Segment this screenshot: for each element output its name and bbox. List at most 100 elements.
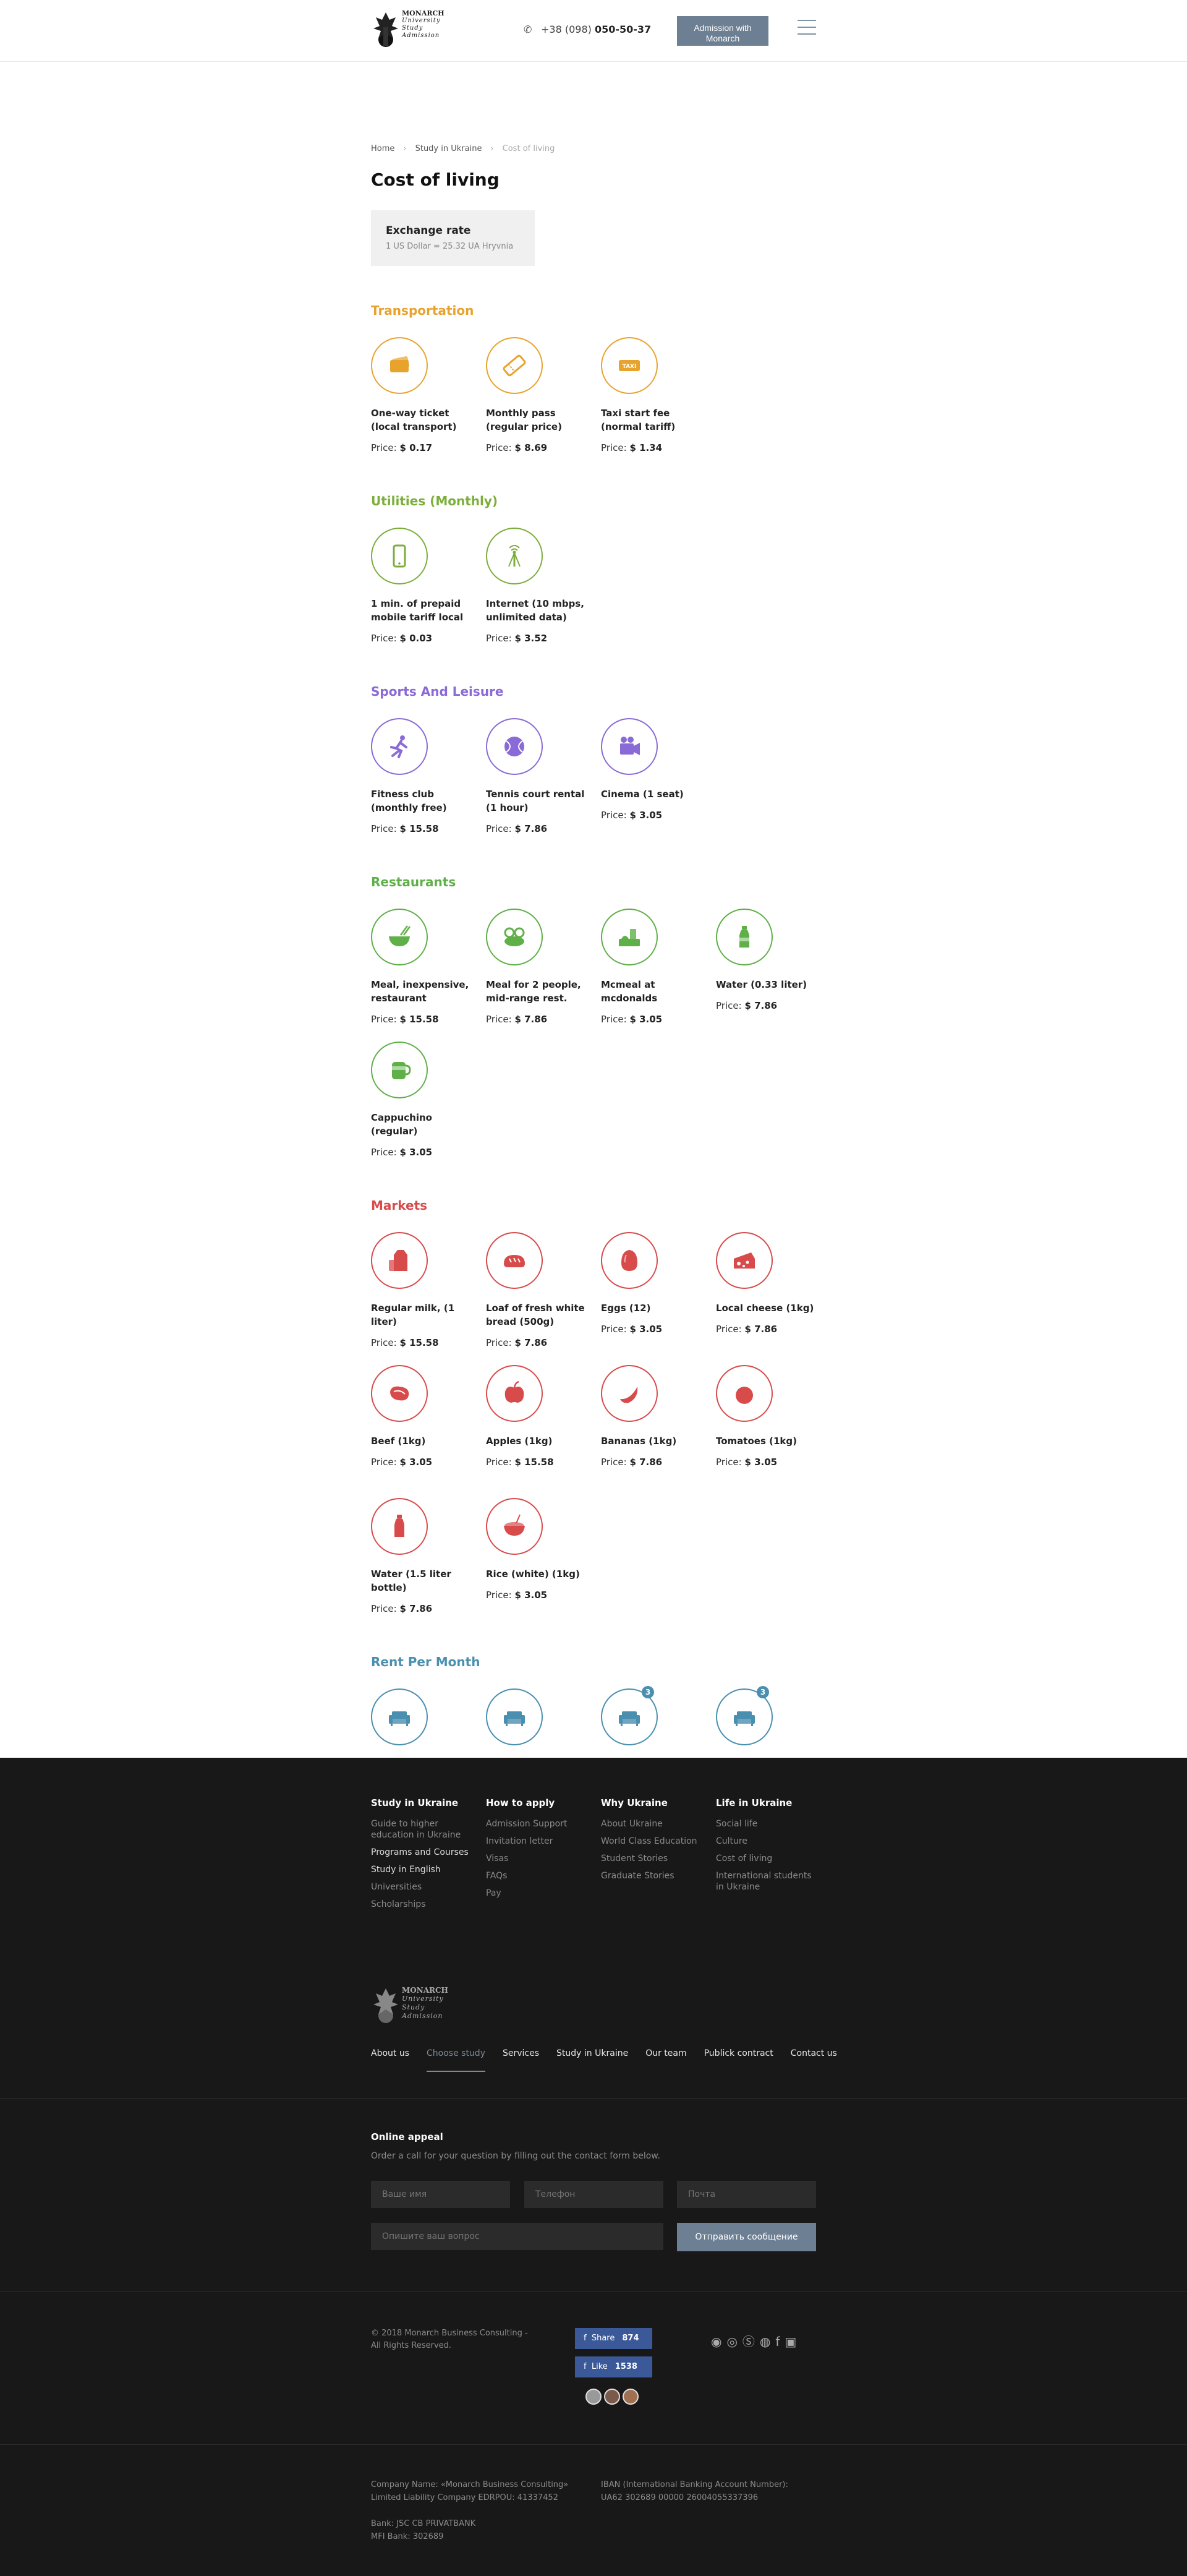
header-phone[interactable]: ✆ +38 (098) 050-50-37 (524, 24, 651, 35)
item-price: Price: $ 0.03 (371, 633, 476, 644)
item-price: Price: $ 3.05 (601, 1014, 706, 1025)
cost-item: Regular milk, (1 liter) Price: $ 15.58 (371, 1232, 476, 1348)
sofa-icon: 3 (601, 1686, 658, 1745)
meat-icon (371, 1365, 428, 1422)
price-value: $ 0.03 (399, 633, 433, 644)
cost-item: Fitness club (monthly free) Price: $ 15.5… (371, 718, 476, 834)
bank-name: Bank: JSC CB PRIVATBANK (371, 2519, 476, 2528)
price-value: $ 8.69 (514, 442, 548, 453)
exchange-title: Exchange rate (386, 225, 471, 237)
price-value: $ 15.58 (399, 823, 439, 834)
item-price: Price: $ 1.34 (601, 442, 706, 453)
item-name: Rice (white) (1kg) (486, 1568, 580, 1580)
item-price: Price: $ 8.69 (486, 442, 591, 453)
item-name: 1 min. of prepaid mobile tariff local (371, 598, 464, 623)
phone-icon: ✆ (524, 24, 532, 35)
price-value: $ 15.58 (514, 1457, 554, 1468)
cost-item: One-way ticket (local transport) Price: $… (371, 337, 476, 453)
pass-icon (486, 337, 543, 394)
item-name: Cinema (1 seat) (601, 789, 684, 800)
price-value: $ 7.86 (399, 1603, 433, 1614)
water-bottle-icon (371, 1498, 428, 1555)
price-label: Price: (486, 633, 512, 644)
price-value: $ 7.86 (629, 1457, 663, 1468)
bowl-icon (371, 909, 428, 965)
price-value: $ 7.86 (744, 1000, 778, 1011)
price-label: Price: (486, 442, 512, 453)
item-price: Price: $ 3.05 (601, 1324, 706, 1335)
logo-title: MONARCH (402, 9, 445, 17)
cost-item: Meal for 2 people, mid-range rest. Price:… (486, 909, 591, 1025)
cheese-icon (716, 1232, 773, 1289)
item-name: Beef (1kg) (371, 1436, 426, 1447)
logo-line-1: University (402, 17, 441, 24)
price-label: Price: (601, 1324, 627, 1335)
item-name: Meal for 2 people, mid-range rest. (486, 979, 581, 1004)
price-value: $ 15.58 (399, 1014, 439, 1025)
breadcrumb-home[interactable]: Home (371, 144, 394, 153)
item-price: Price: $ 7.86 (371, 1603, 476, 1614)
item-name: Bananas (1kg) (601, 1436, 677, 1447)
item-price: Price: $ 15.58 (371, 1014, 476, 1025)
section-title: Transportation (371, 303, 474, 318)
menu-burger-icon[interactable] (798, 20, 816, 38)
item-name: Loaf of fresh white bread (500g) (486, 1303, 585, 1327)
item-name: Regular milk, (1 liter) (371, 1303, 455, 1327)
svg-text:TAXI: TAXI (623, 364, 637, 370)
item-name: Tomatoes (1kg) (716, 1436, 797, 1447)
price-label: Price: (371, 633, 397, 644)
item-price: Price: $ 3.05 (371, 1457, 476, 1468)
company-code: Limited Liability Company EDRPOU: 413374… (371, 2493, 558, 2502)
price-label: Price: (486, 1457, 512, 1468)
price-label: Price: (486, 1590, 512, 1601)
bedroom-count-badge: 3 (757, 1686, 769, 1698)
section-title: Sports And Leisure (371, 684, 504, 699)
bank-info: Bank: JSC CB PRIVATBANK MFI Bank: 302689 (371, 2517, 475, 2543)
item-name: Water (0.33 liter) (716, 979, 807, 990)
item-price: Price: $ 15.58 (371, 1337, 476, 1348)
exchange-value: 1 US Dollar = 25.32 UA Hryvnia (386, 242, 514, 251)
cost-item: Monthly pass (regular price) Price: $ 8.6… (486, 337, 591, 453)
price-value: $ 3.05 (399, 1457, 433, 1468)
monarch-logo[interactable]: MONARCH University Study Admission (371, 9, 445, 53)
price-label: Price: (601, 442, 627, 453)
price-label: Price: (601, 1457, 627, 1468)
item-name: Taxi start fee (normal tariff) (601, 408, 676, 432)
section-title: Markets (371, 1198, 428, 1213)
rice-icon (486, 1498, 543, 1555)
site-header: MONARCH University Study Admission ✆ +38 … (0, 0, 1187, 62)
taxi-icon: TAXI (601, 337, 658, 394)
breadcrumb-study[interactable]: Study in Ukraine (415, 144, 482, 153)
cost-item: Apples (1kg) Price: $ 15.58 (486, 1365, 591, 1468)
price-value: $ 3.52 (514, 633, 548, 644)
sofa-icon: 3 (716, 1686, 773, 1745)
cost-item: Water (1.5 liter bottle) Price: $ 7.86 (371, 1498, 476, 1614)
price-label: Price: (601, 1014, 627, 1025)
item-name: Internet (10 mbps, unlimited data) (486, 598, 584, 623)
cost-item: Water (0.33 liter) Price: $ 7.86 (716, 909, 821, 1011)
breadcrumb-current: Cost of living (502, 144, 555, 153)
item-name: Local cheese (1kg) (716, 1303, 814, 1314)
egg-icon (601, 1232, 658, 1289)
logo-line-3: Admission (402, 32, 440, 39)
iban-number: UA62 302689 00000 26004055337396 (601, 2493, 759, 2502)
price-label: Price: (371, 1337, 397, 1348)
cost-item: TAXI Taxi start fee (normal tariff) Price:… (601, 337, 706, 453)
cost-item: Cinema (1 seat) Price: $ 3.05 (601, 718, 706, 821)
cost-item: Internet (10 mbps, unlimited data) Price:… (486, 528, 591, 644)
bedroom-count-badge: 3 (642, 1686, 654, 1698)
price-value: $ 15.58 (399, 1337, 439, 1348)
price-value: $ 3.05 (399, 1147, 433, 1158)
price-value: $ 7.86 (514, 1337, 548, 1348)
admission-button[interactable]: Admission with Monarch (677, 16, 768, 46)
item-price: Price: $ 3.05 (601, 810, 706, 821)
price-value: $ 3.05 (744, 1457, 778, 1468)
company-name: Company Name: «Monarch Business Consulti… (371, 2480, 569, 2489)
price-label: Price: (716, 1324, 742, 1335)
price-value: $ 7.86 (514, 823, 548, 834)
coffee-icon (371, 1042, 428, 1098)
page-title: Cost of living (371, 169, 500, 190)
price-label: Price: (371, 1147, 397, 1158)
site-footer: Study in Ukraine Guide to higher educatio… (0, 1758, 1187, 2576)
cost-item: Loaf of fresh white bread (500g) Price: $… (486, 1232, 591, 1348)
